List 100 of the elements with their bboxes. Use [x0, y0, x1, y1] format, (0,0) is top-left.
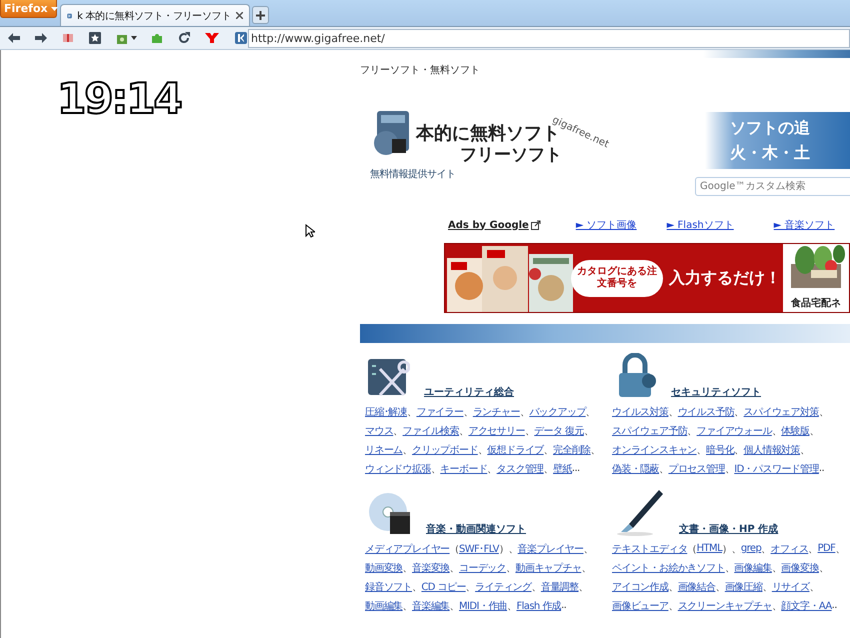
category-link[interactable]: grep	[740, 543, 762, 554]
separator-text: 、	[412, 580, 422, 594]
separator-text: 、	[818, 406, 828, 418]
ad-link[interactable]: ► 音楽ソフト	[774, 218, 835, 232]
category-link[interactable]: リネーム	[365, 442, 403, 456]
category-link[interactable]: CD コピー	[421, 580, 466, 594]
category-link[interactable]: 画像編集	[734, 560, 772, 574]
separator-text: 、	[809, 580, 819, 594]
separator-text: 、	[734, 444, 744, 456]
category-title[interactable]: 音楽・動画関連ソフト	[426, 522, 526, 536]
speech-bubble: カタログにある注文番号を	[571, 260, 663, 296]
separator-text: 、	[696, 444, 706, 456]
category-link[interactable]: 画像変換	[781, 560, 819, 574]
category-link[interactable]: アイコン作成	[612, 580, 668, 594]
address-bar[interactable]: http://www.gigafree.net/	[248, 28, 850, 48]
category-link[interactable]: Flash 作成	[516, 598, 562, 612]
category-link[interactable]: 暗号化	[706, 442, 734, 456]
separator-text: 、	[463, 406, 473, 418]
category-link[interactable]: ランチャー	[472, 404, 520, 418]
category-link[interactable]: テキストエディタ	[612, 542, 688, 556]
category-link[interactable]: ファイアウォール	[696, 424, 772, 438]
category-title[interactable]: セキュリティソフト	[671, 385, 761, 399]
category-link[interactable]: 仮想ドライブ	[487, 442, 544, 456]
category-link[interactable]: ウィンドウ拡張	[365, 462, 431, 476]
category-link[interactable]: ウイルス予防	[678, 404, 734, 418]
separator-text: 、	[581, 562, 591, 574]
separator-text: 、	[734, 406, 744, 418]
ad-banner[interactable]: カタログにある注文番号を 入力するだけ！ 食品宅配ネ	[444, 243, 850, 313]
logo-caption: 無料情報提供サイト	[370, 168, 456, 181]
separator-text: ..	[561, 600, 566, 611]
category-link[interactable]: オンラインスキャン	[612, 442, 697, 456]
category-link[interactable]: 動画キャプチャ	[515, 560, 582, 574]
category-link[interactable]: スパイウェア対策	[744, 404, 819, 418]
category-link[interactable]: スパイウェア予防	[612, 424, 688, 438]
category-link[interactable]: ID・パスワード管理	[734, 462, 819, 476]
category-link[interactable]: SWF･FLV	[459, 542, 499, 554]
separator-text: 、	[808, 542, 818, 556]
category-link[interactable]: 音楽変換	[412, 560, 450, 574]
category-link[interactable]: 体験版	[781, 424, 810, 438]
category-link[interactable]: データ 復元	[534, 424, 584, 438]
separator-text: 、	[724, 562, 734, 574]
category-link[interactable]: PDF	[818, 543, 836, 554]
category-link[interactable]: ライティング	[475, 580, 532, 594]
category-link[interactable]: 壁紙	[553, 462, 572, 476]
separator-text: 、	[772, 562, 782, 574]
banner-text: 火・木・土	[730, 142, 810, 164]
separator-text: 、	[772, 424, 782, 438]
separator-text: 、	[809, 424, 819, 438]
category-link[interactable]: 画像圧縮	[724, 580, 762, 594]
separator-text: 、	[544, 444, 554, 456]
category-link[interactable]: リサイズ	[772, 580, 810, 594]
category-link[interactable]: 個人情報対策	[744, 442, 800, 456]
separator-text: 、	[402, 600, 412, 612]
separator-text: ）、	[722, 542, 741, 556]
separator-text: 、	[524, 424, 534, 438]
category-link[interactable]: 動画編集	[365, 598, 403, 612]
category-link[interactable]: メディアプレイヤー	[365, 542, 450, 556]
separator-text: 、	[506, 562, 516, 574]
category-link[interactable]: プロセス管理	[668, 462, 725, 476]
separator-text: 、	[835, 542, 845, 556]
category-link[interactable]: 完全削除	[553, 442, 591, 456]
category-link[interactable]: 偽装・隠蔽	[612, 462, 660, 476]
category-link[interactable]: 画像結合	[678, 580, 716, 594]
category-title[interactable]: 文書・画像・HP 作成	[679, 522, 778, 536]
category-link[interactable]: 顔文字・AA	[781, 598, 832, 612]
category-link[interactable]: 画像ビューア	[612, 598, 668, 612]
separator-text: 、	[450, 600, 460, 612]
category-link[interactable]: ウイルス対策	[612, 404, 668, 418]
category-link[interactable]: キーボード	[440, 462, 488, 476]
tagline: フリーソフト・無料ソフト	[360, 64, 480, 77]
category-link[interactable]: バックアップ	[529, 404, 586, 418]
category-link[interactable]: スクリーンキャプチャ	[678, 598, 772, 612]
separator-text: ...	[572, 463, 580, 474]
category-link[interactable]: オフィス	[770, 542, 808, 556]
category-link[interactable]: 圧縮･解凍	[365, 404, 408, 418]
category-link[interactable]: アクセサリー	[468, 424, 525, 438]
category-link[interactable]: マウス	[365, 424, 394, 438]
separator-text: （	[687, 542, 697, 556]
ad-link[interactable]: ► Flashソフト	[666, 218, 734, 232]
ad-link[interactable]: ► ソフト画像	[576, 218, 637, 232]
ads-label[interactable]: Ads by Google	[448, 220, 529, 230]
category-link[interactable]: タスク管理	[496, 462, 544, 476]
search-field[interactable]: Google™カスタム検索	[695, 177, 850, 196]
category-link[interactable]: 録音ソフト	[365, 580, 412, 594]
category-link[interactable]: MIDI・作曲	[459, 598, 508, 612]
category-link[interactable]: 音量調整	[540, 580, 579, 594]
category-link[interactable]: HTML	[696, 543, 722, 554]
category-link[interactable]: 音楽編集	[412, 598, 450, 612]
category-link[interactable]: クリップボード	[412, 442, 478, 456]
category-link[interactable]: ファイラー	[416, 404, 464, 418]
category-link[interactable]: コーデック	[459, 560, 506, 574]
browser-tab[interactable]: k 本的に無料ソフト・フリーソフト	[60, 4, 250, 26]
category-link[interactable]: 音楽プレイヤー	[518, 542, 584, 556]
logo-subtitle: フリーソフト	[460, 145, 562, 166]
separator-text: 、	[818, 562, 828, 574]
category-title[interactable]: ユーティリティ総合	[424, 385, 514, 399]
separator-text: 、	[430, 462, 440, 476]
category-link[interactable]: ファイル検索	[402, 424, 460, 438]
category-link[interactable]: ペイント・お絵かきソフト	[612, 560, 725, 574]
category-link[interactable]: 動画変換	[365, 560, 403, 574]
